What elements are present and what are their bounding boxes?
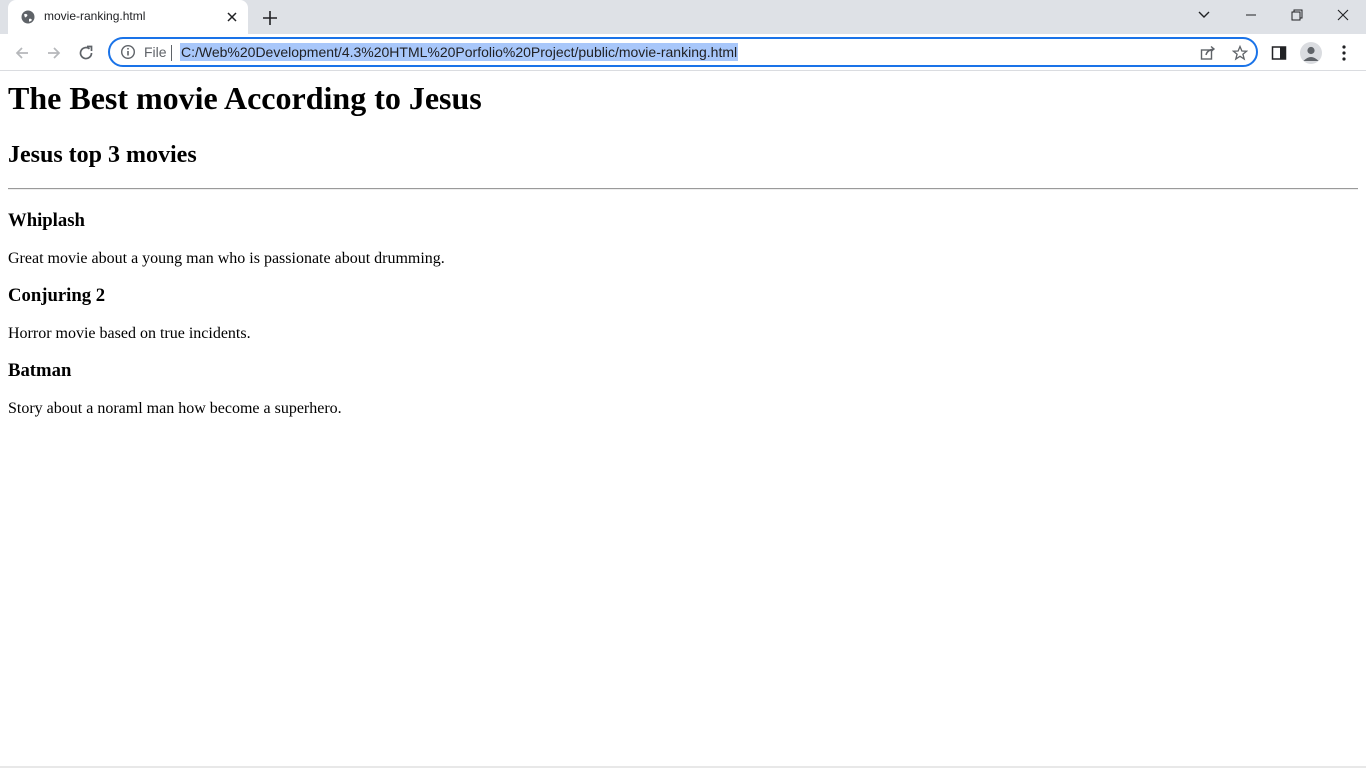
- movie-title: Conjuring 2: [8, 285, 106, 306]
- reload-button[interactable]: [72, 39, 100, 67]
- back-button[interactable]: [8, 39, 36, 67]
- divider: [8, 188, 1358, 190]
- chip-divider: [171, 45, 172, 61]
- new-tab-button[interactable]: [258, 6, 282, 30]
- scheme-chip[interactable]: File: [144, 44, 167, 60]
- page-title: The Best movie According to Jesus: [8, 80, 482, 116]
- profile-button[interactable]: [1298, 40, 1324, 66]
- page-content: The Best movie According to Jesus Jesus …: [0, 72, 1366, 768]
- forward-button[interactable]: [40, 39, 68, 67]
- tab-title: movie-ranking.html: [44, 9, 146, 23]
- url-text[interactable]: C:/Web%20Development/4.3%20HTML%20Porfol…: [180, 43, 739, 61]
- browser-toolbar: File C:/Web%20Development/4.3%20HTML%20P…: [0, 34, 1366, 71]
- more-menu-icon[interactable]: [1331, 40, 1357, 66]
- movie-item: Batman Story about a noraml man how beco…: [8, 360, 1358, 418]
- page-subtitle: Jesus top 3 movies: [8, 142, 197, 168]
- movie-title: Batman: [8, 360, 72, 381]
- movie-item: Whiplash Great movie about a young man w…: [8, 210, 1358, 268]
- close-window-button[interactable]: [1320, 0, 1366, 30]
- browser-titlebar: movie-ranking.html: [0, 0, 1366, 34]
- info-icon[interactable]: [120, 44, 136, 60]
- movie-item: Conjuring 2 Horror movie based on true i…: [8, 285, 1358, 343]
- globe-icon: [21, 10, 35, 24]
- movie-description: Story about a noraml man how become a su…: [8, 400, 342, 417]
- browser-tab[interactable]: movie-ranking.html: [8, 0, 248, 34]
- close-tab-icon[interactable]: [225, 10, 239, 24]
- minimize-button[interactable]: [1228, 0, 1274, 30]
- bookmark-star-icon[interactable]: [1231, 44, 1249, 62]
- address-bar[interactable]: File C:/Web%20Development/4.3%20HTML%20P…: [108, 37, 1258, 67]
- avatar: [1300, 42, 1322, 64]
- chevron-down-icon[interactable]: [1190, 4, 1218, 26]
- movie-description: Horror movie based on true incidents.: [8, 325, 251, 342]
- side-panel-icon[interactable]: [1266, 40, 1292, 66]
- movie-description: Great movie about a young man who is pas…: [8, 250, 445, 267]
- restore-button[interactable]: [1274, 0, 1320, 30]
- share-icon[interactable]: [1199, 44, 1217, 62]
- movie-title: Whiplash: [8, 210, 85, 231]
